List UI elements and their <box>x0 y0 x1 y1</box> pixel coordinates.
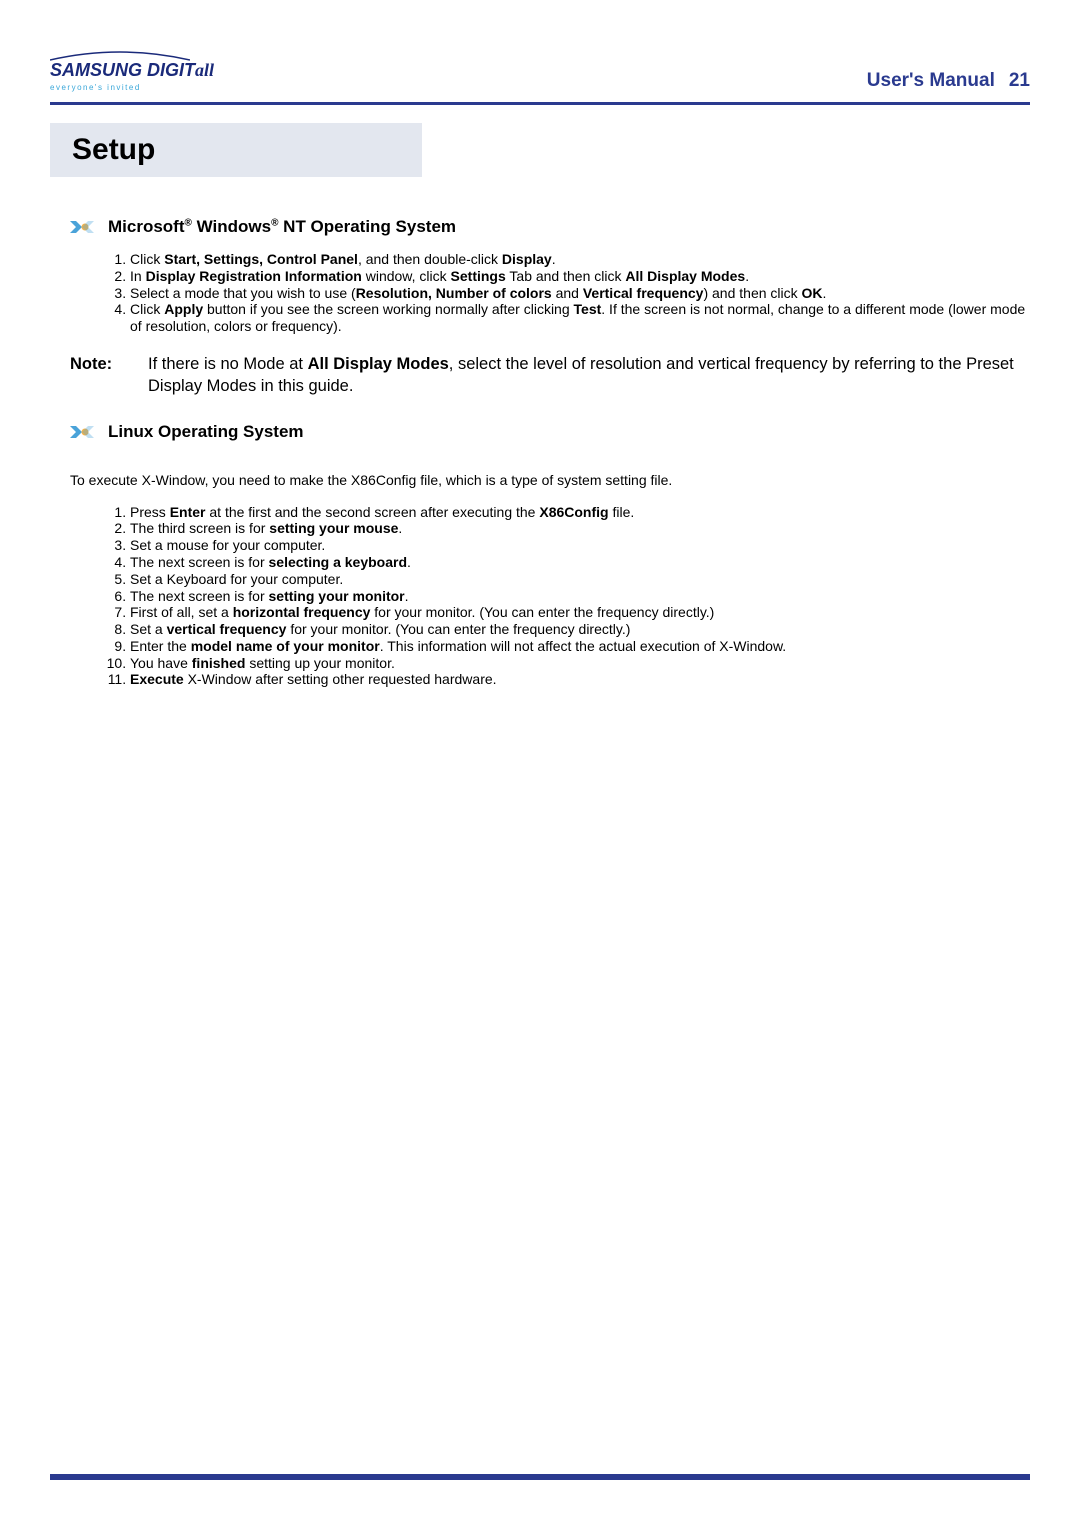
section-title: Setup <box>72 133 400 167</box>
reg-mark: ® <box>185 217 192 228</box>
heading-text: Windows <box>192 217 271 236</box>
footer-divider <box>50 1474 1030 1480</box>
linux-intro: To execute X-Window, you need to make th… <box>70 472 1030 488</box>
list-item: The next screen is for setting your moni… <box>130 588 1030 605</box>
list-item: Enter the model name of your monitor. Th… <box>130 638 1030 655</box>
list-item: In Display Registration Information wind… <box>130 268 1030 285</box>
list-item: Select a mode that you wish to use (Reso… <box>130 285 1030 302</box>
nt-steps-list: Click Start, Settings, Control Panel, an… <box>130 251 1030 335</box>
list-item: Set a vertical frequency for your monito… <box>130 621 1030 638</box>
os-heading-linux: Linux Operating System <box>108 422 304 442</box>
os-heading-row-nt: Microsoft® Windows® NT Operating System <box>70 217 1030 237</box>
list-item: The third screen is for setting your mou… <box>130 520 1030 537</box>
logo-swoosh-icon <box>50 50 190 62</box>
page-number: 21 <box>1009 70 1030 91</box>
list-item: The next screen is for selecting a keybo… <box>130 554 1030 571</box>
note-block: Note: If there is no Mode at All Display… <box>70 353 1030 398</box>
heading-text: Microsoft <box>108 217 185 236</box>
os-heading-row-linux: Linux Operating System <box>70 422 1030 442</box>
page-container: SAMSUNG DIGITall everyone's invited User… <box>0 0 1080 766</box>
arrow-bullet-icon <box>70 424 94 440</box>
linux-steps-list: Press Enter at the first and the second … <box>130 504 1030 689</box>
note-body: If there is no Mode at All Display Modes… <box>148 353 1030 398</box>
list-item: Press Enter at the first and the second … <box>130 504 1030 521</box>
note-label: Note: <box>70 353 148 398</box>
heading-text: NT Operating System <box>278 217 456 236</box>
arrow-bullet-icon <box>70 219 94 235</box>
list-item: Set a mouse for your computer. <box>130 537 1030 554</box>
manual-title: User's Manual <box>867 70 995 91</box>
list-item: Execute X-Window after setting other req… <box>130 671 1030 688</box>
page-header: SAMSUNG DIGITall everyone's invited User… <box>50 60 1030 105</box>
section-title-bar: Setup <box>50 123 422 177</box>
os-heading-nt: Microsoft® Windows® NT Operating System <box>108 217 456 237</box>
list-item: You have finished setting up your monito… <box>130 655 1030 672</box>
logo-tagline: everyone's invited <box>50 83 214 92</box>
list-item: Set a Keyboard for your computer. <box>130 571 1030 588</box>
brand-logo: SAMSUNG DIGITall everyone's invited <box>50 60 214 92</box>
list-item: Click Apply button if you see the screen… <box>130 301 1030 335</box>
list-item: Click Start, Settings, Control Panel, an… <box>130 251 1030 268</box>
list-item: First of all, set a horizontal frequency… <box>130 604 1030 621</box>
header-title: User's Manual 21 <box>867 70 1030 92</box>
logo-text-1: SAMSUNG DIGIT <box>50 60 195 80</box>
logo-main: SAMSUNG DIGITall <box>50 60 214 81</box>
logo-text-2: all <box>195 60 214 80</box>
